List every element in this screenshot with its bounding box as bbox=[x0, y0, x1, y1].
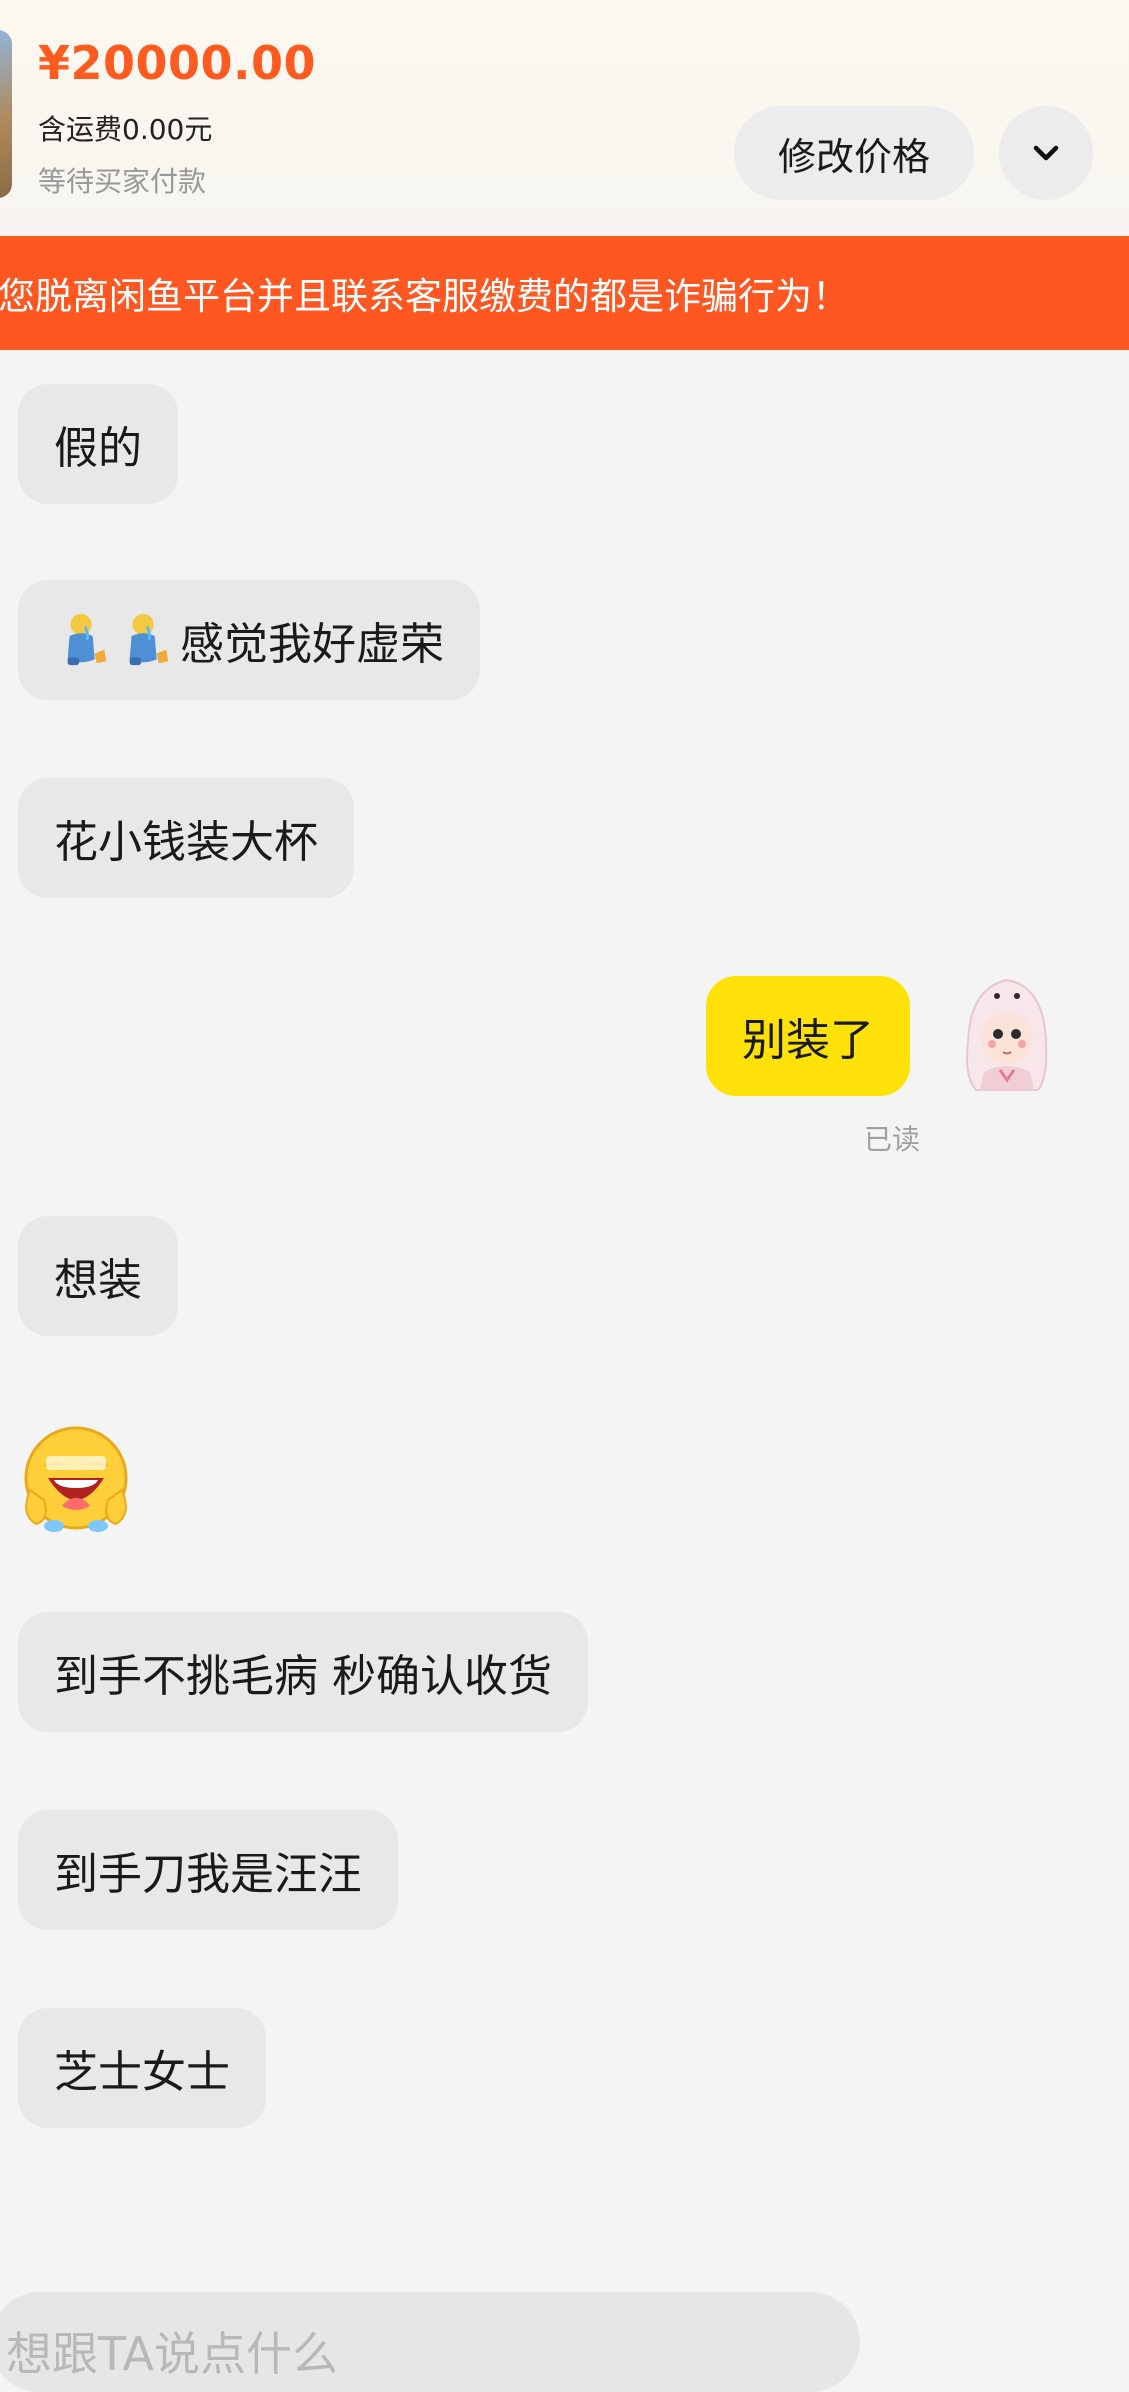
message-text: 想装 bbox=[54, 1255, 142, 1306]
shipping-fee: 含运费0.00元 bbox=[38, 113, 213, 146]
order-header: ¥20000.00 含运费0.00元 等待买家付款 修改价格 bbox=[0, 0, 1129, 236]
read-receipt: 已读 bbox=[864, 1123, 921, 1156]
fraud-warning-banner: 您脱离闲鱼平台并且联系客服缴费的都是诈骗行为！ bbox=[0, 236, 1129, 350]
product-thumbnail[interactable] bbox=[0, 30, 12, 198]
message-bubble[interactable]: 芝士女士 bbox=[18, 2008, 266, 2128]
my-avatar[interactable] bbox=[960, 976, 1054, 1096]
fraud-warning-text: 您脱离闲鱼平台并且联系客服缴费的都是诈骗行为！ bbox=[0, 275, 849, 318]
edit-price-button[interactable]: 修改价格 bbox=[734, 106, 974, 200]
chevron-down-icon bbox=[1033, 145, 1059, 161]
edit-price-label: 修改价格 bbox=[777, 134, 930, 179]
message-text: 到手不挑毛病 秒确认收货 bbox=[54, 1651, 552, 1702]
message-text: 芝士女士 bbox=[54, 2047, 230, 2098]
message-text: 别装了 bbox=[742, 1015, 874, 1066]
message-bubble[interactable]: 到手刀我是汪汪 bbox=[18, 1810, 398, 1930]
expand-button[interactable] bbox=[999, 106, 1093, 200]
order-price: ¥20000.00 bbox=[38, 36, 317, 90]
crying-person-emoji bbox=[129, 613, 169, 666]
order-status: 等待买家付款 bbox=[38, 165, 207, 198]
message-input-placeholder: 想跟TA说点什么 bbox=[6, 2327, 338, 2381]
message-text: 假的 bbox=[54, 423, 142, 474]
message-bubble[interactable]: 感觉我好虚荣 bbox=[18, 580, 480, 700]
crying-person-emoji bbox=[67, 613, 107, 666]
message-text: 花小钱装大杯 bbox=[54, 817, 318, 868]
message-bubble[interactable]: 假的 bbox=[18, 384, 178, 504]
message-bubble[interactable]: 花小钱装大杯 bbox=[18, 778, 354, 898]
my-message-bubble[interactable]: 别装了 bbox=[706, 976, 910, 1096]
message-text: 到手刀我是汪汪 bbox=[54, 1849, 362, 1900]
message-bubble[interactable]: 到手不挑毛病 秒确认收货 bbox=[18, 1612, 588, 1732]
message-text: 感觉我好虚荣 bbox=[180, 619, 444, 670]
message-bubble[interactable]: 想装 bbox=[18, 1216, 178, 1336]
grinning-tears-emoji[interactable] bbox=[18, 1420, 134, 1536]
